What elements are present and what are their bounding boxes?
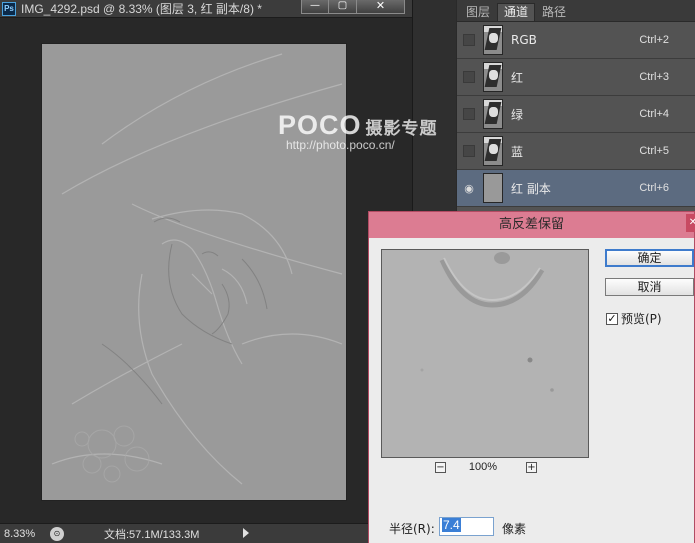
visibility-toggle[interactable] bbox=[463, 145, 475, 157]
watermark-tagline: 摄影专题 bbox=[365, 119, 438, 139]
close-window-button[interactable]: ✕ bbox=[357, 0, 405, 14]
radius-input[interactable]: 7.4 bbox=[439, 517, 494, 536]
preview-label: 预览(P) bbox=[621, 312, 662, 326]
channel-shortcut: Ctrl+4 bbox=[639, 108, 669, 120]
preview-image-content bbox=[382, 250, 588, 457]
radius-value: 7.4 bbox=[442, 518, 461, 532]
channel-name: RGB bbox=[511, 33, 537, 47]
watermark-logo: POCO bbox=[278, 110, 362, 140]
channel-row-rgb[interactable]: RGB Ctrl+2 bbox=[457, 22, 695, 59]
radius-label: 半径(R): bbox=[389, 522, 435, 536]
status-icon[interactable]: ⊙ bbox=[50, 526, 64, 541]
visibility-toggle[interactable] bbox=[463, 108, 475, 120]
watermark: POCO 摄影专题 http://photo.poco.cn/ bbox=[278, 110, 478, 152]
status-menu-arrow-icon[interactable] bbox=[243, 528, 249, 538]
status-bar: 8.33% ⊙ 文档:57.1M/133.3M bbox=[0, 523, 412, 543]
zoom-level[interactable]: 8.33% bbox=[0, 528, 46, 540]
watermark-url: http://photo.poco.cn/ bbox=[286, 138, 395, 152]
filter-preview[interactable] bbox=[381, 249, 589, 458]
eye-icon[interactable]: ◉ bbox=[463, 182, 475, 195]
zoom-in-button[interactable]: + bbox=[526, 462, 537, 473]
channel-name: 绿 bbox=[511, 107, 524, 122]
tab-paths[interactable]: 路径 bbox=[535, 3, 573, 21]
ok-button[interactable]: 确定 bbox=[605, 249, 694, 267]
channel-thumbnail bbox=[483, 25, 503, 55]
channel-name: 蓝 bbox=[511, 144, 524, 159]
panel-tabs: 图层 通道 路径 bbox=[457, 0, 695, 22]
maximize-button[interactable]: ▢ bbox=[329, 0, 357, 14]
channel-shortcut: Ctrl+2 bbox=[639, 34, 669, 46]
check-icon[interactable]: ✓ bbox=[606, 312, 618, 325]
channel-name: 红 副本 bbox=[511, 181, 551, 196]
channel-thumbnail bbox=[483, 136, 503, 166]
dialog-title: 高反差保留 bbox=[498, 217, 564, 232]
photoshop-app-icon: Ps bbox=[2, 1, 16, 16]
document-size: 文档:57.1M/133.3M bbox=[104, 528, 200, 541]
visibility-toggle[interactable] bbox=[463, 34, 475, 46]
channel-thumbnail bbox=[483, 99, 503, 129]
channel-row-blue[interactable]: 蓝 Ctrl+5 bbox=[457, 133, 695, 170]
dialog-close-button[interactable]: ✕ bbox=[686, 214, 695, 232]
channel-name: 红 bbox=[511, 70, 524, 85]
preview-checkbox[interactable]: ✓ 预览(P) bbox=[606, 310, 662, 327]
channel-shortcut: Ctrl+3 bbox=[639, 71, 669, 83]
minimize-button[interactable]: — bbox=[301, 0, 329, 14]
dialog-body: − 100% + 确定 取消 ✓ 预览(P) 半径(R): 7.4 像素 bbox=[369, 238, 694, 543]
channel-thumbnail bbox=[483, 62, 503, 92]
cancel-button[interactable]: 取消 bbox=[605, 278, 694, 296]
document-window: Ps IMG_4292.psd @ 8.33% (图层 3, 红 副本/8) *… bbox=[0, 0, 412, 543]
preview-zoom-percent: 100% bbox=[468, 461, 498, 473]
canvas-area[interactable] bbox=[0, 18, 412, 523]
tab-layers[interactable]: 图层 bbox=[459, 3, 497, 21]
channel-thumbnail bbox=[483, 173, 503, 203]
channel-row-red-copy[interactable]: ◉ 红 副本 Ctrl+6 bbox=[457, 170, 695, 207]
tab-channels[interactable]: 通道 bbox=[497, 3, 536, 21]
channels-panel: 图层 通道 路径 RGB Ctrl+2 红 Ctrl+3 绿 Ctrl+4 蓝 … bbox=[456, 0, 695, 220]
channel-row-red[interactable]: 红 Ctrl+3 bbox=[457, 59, 695, 96]
channel-shortcut: Ctrl+6 bbox=[639, 182, 669, 194]
radius-unit: 像素 bbox=[502, 522, 527, 536]
high-pass-dialog: 高反差保留 ✕ − 100% + 确定 取消 ✓ 预览(P) 半径(R): 7.… bbox=[368, 211, 695, 543]
window-controls: — ▢ ✕ bbox=[301, 0, 405, 14]
channel-row-green[interactable]: 绿 Ctrl+4 bbox=[457, 96, 695, 133]
visibility-toggle[interactable] bbox=[463, 71, 475, 83]
document-title: IMG_4292.psd @ 8.33% (图层 3, 红 副本/8) * bbox=[21, 2, 262, 16]
channel-shortcut: Ctrl+5 bbox=[639, 145, 669, 157]
zoom-out-button[interactable]: − bbox=[435, 462, 446, 473]
